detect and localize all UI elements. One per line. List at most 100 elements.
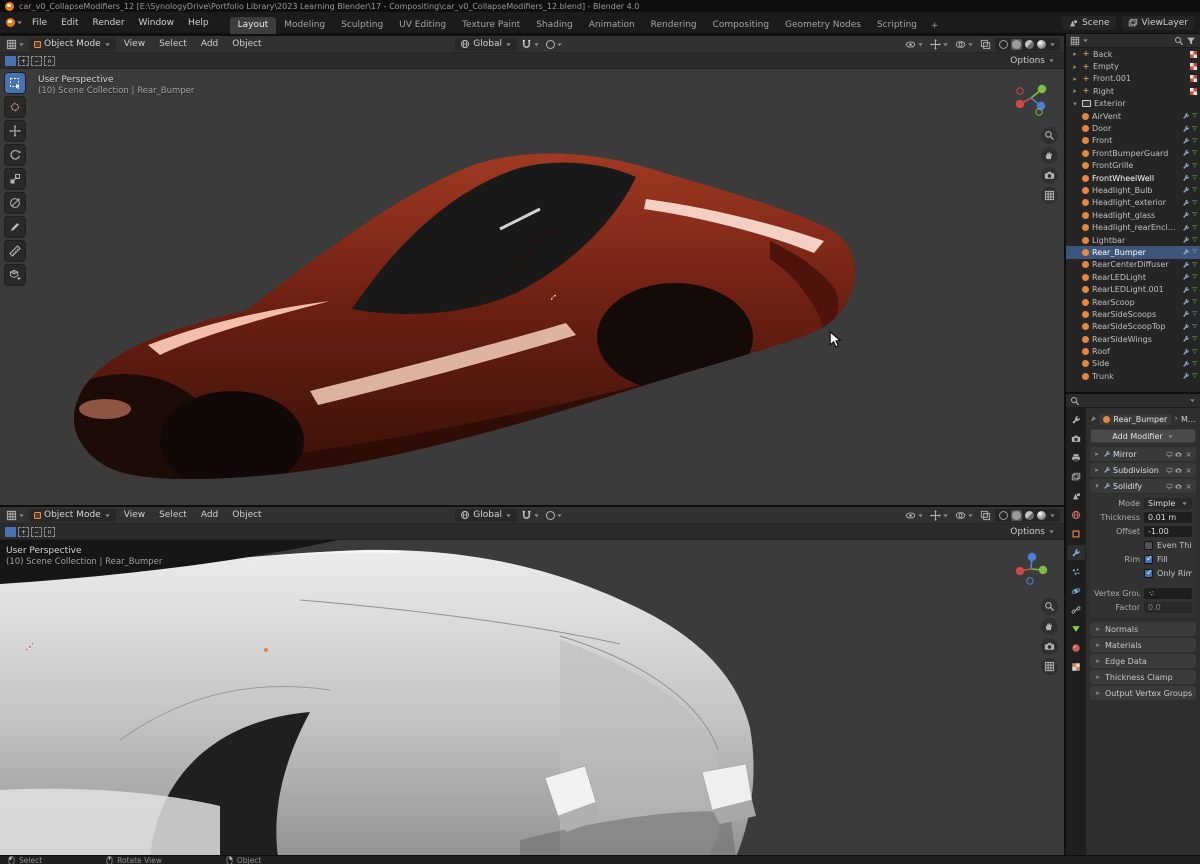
outliner-object-row-active[interactable]: Rear_Bumper: [1066, 246, 1200, 258]
camera-view-icon[interactable]: [1041, 638, 1058, 655]
menu-select[interactable]: Select: [153, 509, 193, 521]
section-normals[interactable]: Normals: [1090, 622, 1196, 636]
display-viewport-toggle-icon[interactable]: [1166, 467, 1173, 474]
expand-icon[interactable]: [1093, 450, 1101, 458]
overlays-toggle[interactable]: [953, 509, 976, 522]
gizmos-toggle[interactable]: [928, 509, 951, 522]
select-mode-set-icon[interactable]: [5, 527, 16, 537]
camera-view-icon[interactable]: [1041, 167, 1058, 184]
workspace-tab-animation[interactable]: Animation: [581, 17, 643, 34]
outliner-object-row[interactable]: Roof: [1066, 345, 1200, 357]
display-render-toggle-icon[interactable]: [1175, 483, 1182, 490]
offset-field[interactable]: -1.00: [1144, 526, 1192, 537]
select-mode-subtract-icon[interactable]: [31, 527, 42, 537]
menu-view[interactable]: View: [118, 509, 151, 521]
display-viewport-toggle-icon[interactable]: [1166, 451, 1173, 458]
rendered-shading-icon[interactable]: [1037, 511, 1046, 520]
object-visibility-dropdown[interactable]: [903, 509, 926, 522]
outliner-editor-icon[interactable]: [1070, 36, 1080, 46]
tab-modifiers[interactable]: [1067, 545, 1085, 560]
outliner-object-row[interactable]: RearLEDLight: [1066, 271, 1200, 283]
select-mode-intersect-icon[interactable]: [44, 56, 55, 66]
even-thickness-checkbox[interactable]: [1144, 541, 1153, 550]
add-workspace-button[interactable]: +: [925, 18, 945, 34]
overlays-toggle[interactable]: [953, 38, 976, 51]
workspace-tab-compositing[interactable]: Compositing: [705, 17, 777, 34]
box-select-tool[interactable]: [4, 72, 26, 94]
workspace-tab-shading[interactable]: Shading: [528, 17, 581, 34]
add-cube-tool[interactable]: [4, 264, 26, 286]
workspace-tab-sculpting[interactable]: Sculpting: [333, 17, 391, 34]
outliner-object-row[interactable]: AirVent: [1066, 110, 1200, 122]
3d-viewport-canvas-top[interactable]: User Perspective (10) Scene Collection |…: [0, 69, 1064, 505]
transform-orientation-dropdown[interactable]: Global: [455, 509, 517, 522]
factor-field[interactable]: 0.0: [1144, 602, 1192, 613]
outliner-object-row[interactable]: Trunk: [1066, 370, 1200, 382]
search-icon[interactable]: [1174, 36, 1184, 46]
outliner-object-row[interactable]: Headlight_exterior: [1066, 197, 1200, 209]
search-icon[interactable]: [1070, 396, 1080, 406]
thickness-field[interactable]: 0.01 m: [1144, 512, 1192, 523]
select-mode-intersect-icon[interactable]: [44, 527, 55, 537]
menu-file[interactable]: File: [25, 16, 54, 30]
outliner-object-row[interactable]: RearSideScoops: [1066, 308, 1200, 320]
tab-render[interactable]: [1067, 431, 1085, 446]
proportional-editing-toggle[interactable]: [544, 39, 565, 50]
options-dropdown[interactable]: Options: [1006, 55, 1059, 67]
outliner-object-row[interactable]: Headlight_rearEnclosure: [1066, 221, 1200, 233]
outliner-collection-row[interactable]: Exterior: [1066, 98, 1200, 110]
menu-view[interactable]: View: [118, 38, 151, 50]
xray-toggle[interactable]: [978, 38, 993, 51]
tab-output[interactable]: [1067, 450, 1085, 465]
expand-icon[interactable]: [1093, 466, 1101, 474]
tab-tool[interactable]: [1067, 412, 1085, 427]
menu-object[interactable]: Object: [226, 509, 267, 521]
modifier-panel-mirror[interactable]: Mirror ×: [1090, 447, 1196, 461]
section-thickness-clamp[interactable]: Thickness Clamp: [1090, 670, 1196, 684]
outliner-object-row[interactable]: FrontWheelWell: [1066, 172, 1200, 184]
select-mode-subtract-icon[interactable]: [31, 56, 42, 66]
transform-tool[interactable]: [4, 192, 26, 214]
object-visibility-dropdown[interactable]: [903, 38, 926, 51]
menu-edit[interactable]: Edit: [54, 16, 85, 30]
chevron-down-icon[interactable]: [1189, 397, 1196, 404]
snap-toggle[interactable]: [519, 38, 542, 51]
wireframe-shading-icon[interactable]: [999, 511, 1008, 520]
ortho-grid-icon[interactable]: [1041, 187, 1058, 204]
tab-world[interactable]: [1067, 507, 1085, 522]
tab-object-data[interactable]: [1067, 621, 1085, 636]
outliner-object-row[interactable]: FrontBumperGuard: [1066, 147, 1200, 159]
navigation-gizmo[interactable]: [1012, 550, 1050, 588]
select-mode-extend-icon[interactable]: [18, 527, 29, 537]
section-edge-data[interactable]: Edge Data: [1090, 654, 1196, 668]
display-viewport-toggle-icon[interactable]: [1166, 483, 1173, 490]
measure-tool[interactable]: [4, 240, 26, 262]
outliner-object-row[interactable]: Headlight_glass: [1066, 209, 1200, 221]
select-mode-extend-icon[interactable]: [18, 56, 29, 66]
solid-shading-active[interactable]: [1011, 39, 1022, 50]
tab-view-layer[interactable]: [1067, 469, 1085, 484]
scale-tool[interactable]: [4, 168, 26, 190]
outliner-object-row[interactable]: RearSideScoopTop: [1066, 321, 1200, 333]
workspace-tab-texture-paint[interactable]: Texture Paint: [454, 17, 528, 34]
scene-selector[interactable]: Scene: [1062, 16, 1115, 30]
workspace-tab-modeling[interactable]: Modeling: [276, 17, 333, 34]
tab-physics[interactable]: [1067, 583, 1085, 598]
outliner-object-row[interactable]: FrontGrille: [1066, 160, 1200, 172]
workspace-tab-scripting[interactable]: Scripting: [869, 17, 925, 34]
fill-checkbox[interactable]: [1144, 555, 1153, 564]
3d-viewport-canvas-bottom[interactable]: User Perspective (10) Scene Collection |…: [0, 540, 1064, 855]
outliner-object-row[interactable]: RearCenterDiffuser: [1066, 259, 1200, 271]
snap-toggle[interactable]: [519, 509, 542, 522]
menu-object[interactable]: Object: [226, 38, 267, 50]
modifier-panel-subdivision[interactable]: Subdivision ×: [1090, 463, 1196, 477]
transform-orientation-dropdown[interactable]: Global: [455, 38, 517, 51]
ortho-grid-icon[interactable]: [1041, 658, 1058, 675]
menu-render[interactable]: Render: [86, 16, 132, 30]
proportional-editing-toggle[interactable]: [544, 510, 565, 521]
pan-hand-icon[interactable]: [1041, 618, 1058, 635]
outliner-object-row[interactable]: Side: [1066, 358, 1200, 370]
zoom-icon[interactable]: [1041, 598, 1058, 615]
outliner-object-row[interactable]: RearLEDLight.001: [1066, 283, 1200, 295]
mode-dropdown[interactable]: Simple: [1144, 498, 1192, 509]
